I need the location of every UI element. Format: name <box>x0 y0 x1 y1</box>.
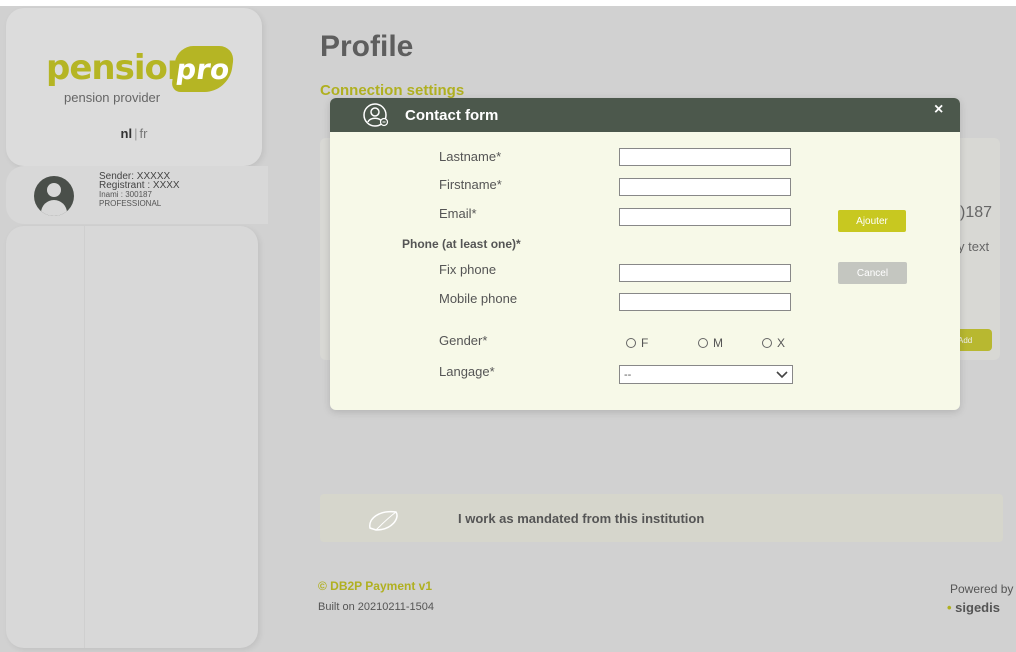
language-switcher: nl | fr <box>6 126 262 141</box>
leaf-icon <box>369 510 398 531</box>
pensionpro-logo[interactable]: pension pro pension provider <box>46 46 236 108</box>
phone-heading: Phone (at least one)* <box>402 237 521 251</box>
brand-card: pension pro pension provider nl | fr <box>6 8 262 166</box>
sidebar-nav <box>6 226 258 648</box>
firstname-input[interactable] <box>619 178 791 196</box>
gender-radio-f[interactable]: F <box>626 336 648 350</box>
powered-by: Powered by <box>950 582 1014 596</box>
page-title: Profile <box>320 30 414 63</box>
language-select[interactable]: -- <box>619 365 793 384</box>
fix-phone-input[interactable] <box>619 264 791 282</box>
footer-build: Built on 20210211-1504 <box>318 601 435 613</box>
language-fr[interactable]: fr <box>140 126 148 141</box>
firstname-label: Firstname* <box>439 177 502 192</box>
language-label: Langage* <box>439 364 495 379</box>
mandate-text: I work as mandated from this institution <box>458 511 705 526</box>
radio-circle <box>626 338 636 348</box>
logo-word: pension <box>46 48 191 88</box>
gender-option-label: M <box>713 336 723 350</box>
mobile-phone-input[interactable] <box>619 293 791 311</box>
footer-copyright: © DB2P Payment v1 <box>318 579 433 593</box>
sigedis-text: sigedis <box>955 600 1000 615</box>
add-button[interactable]: Ajouter <box>838 210 906 232</box>
mandate-bar[interactable]: I work as mandated from this institution <box>320 494 1003 542</box>
contact-form-modal: Contact form × Lastname* Firstname* Emai… <box>330 98 960 410</box>
logo-badge: pro <box>170 46 236 92</box>
user-card[interactable]: Sender: XXXXX Registrant : XXXX Inami : … <box>6 166 268 224</box>
gender-option-label: F <box>641 336 649 350</box>
language-nl[interactable]: nl <box>121 126 133 141</box>
background-number: )187 <box>960 204 993 221</box>
section-title: Connection settings <box>320 82 465 99</box>
background-text: y text <box>958 239 990 254</box>
lastname-label: Lastname* <box>439 149 502 164</box>
email-label: Email* <box>439 206 477 221</box>
user-info: Sender: XXXXX Registrant : XXXX Inami : … <box>99 172 180 209</box>
modal-title: Contact form <box>405 107 499 124</box>
sigedis-dot-icon: • <box>947 600 956 615</box>
user-registrant: Registrant : XXXX <box>99 180 180 191</box>
cancel-button[interactable]: Cancel <box>838 262 907 284</box>
contact-user-icon <box>363 103 389 127</box>
chevron-down-icon <box>776 370 788 378</box>
sigedis-logo: • sigedis <box>947 600 1000 615</box>
lastname-input[interactable] <box>619 148 791 166</box>
user-role: PROFESSIONAL <box>99 199 162 208</box>
gender-radio-m[interactable]: M <box>698 336 723 350</box>
sidebar-divider <box>84 226 85 648</box>
avatar-icon <box>34 176 74 216</box>
gender-option-label: X <box>777 336 786 350</box>
user-inami: Inami : 300187 <box>99 190 152 199</box>
language-selected-value: -- <box>624 368 632 381</box>
language-separator: | <box>134 126 138 141</box>
close-icon[interactable]: × <box>934 101 943 119</box>
radio-circle <box>698 338 708 348</box>
fix-phone-label: Fix phone <box>439 262 497 277</box>
gender-label: Gender* <box>439 333 488 348</box>
radio-circle <box>762 338 772 348</box>
top-border <box>0 0 1016 6</box>
gender-radio-x[interactable]: X <box>762 336 785 350</box>
logo-subtitle: pension provider <box>64 90 161 105</box>
modal-header: Contact form × <box>330 98 960 132</box>
email-input[interactable] <box>619 208 791 226</box>
mobile-phone-label: Mobile phone <box>439 291 518 306</box>
